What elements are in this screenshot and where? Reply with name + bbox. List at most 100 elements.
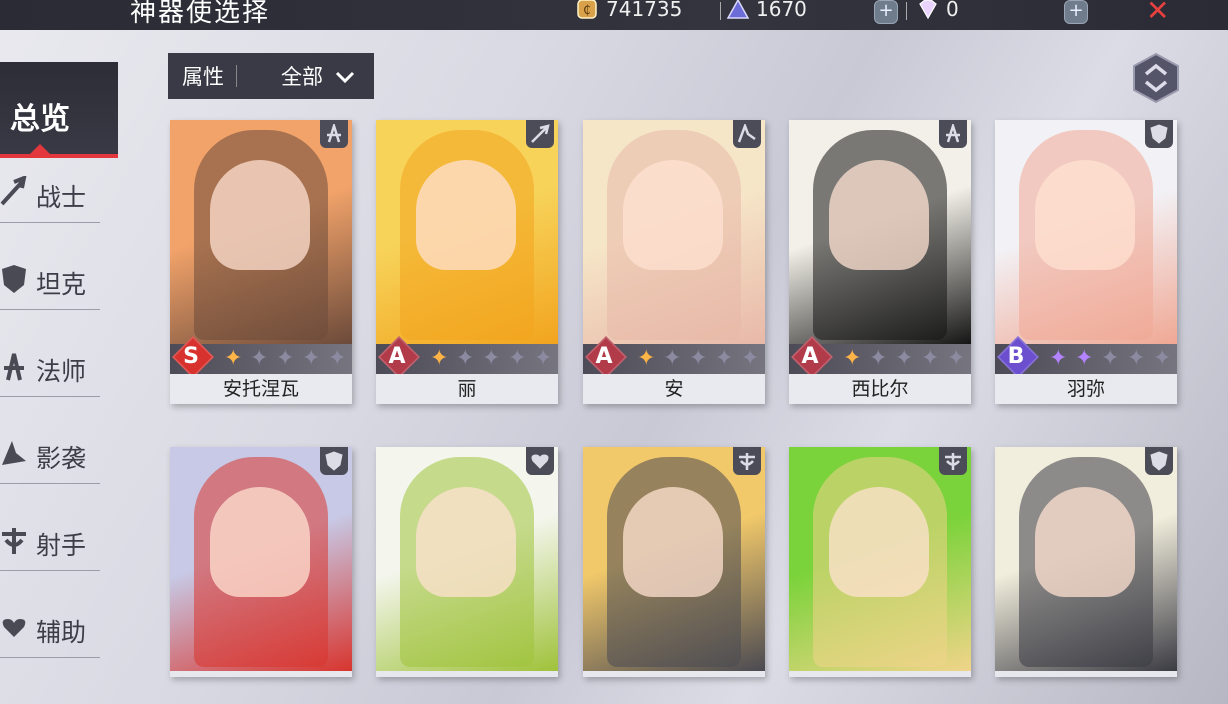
sidebar-item-overview[interactable]: 总览 [0,62,118,158]
character-portrait [376,447,558,671]
sword-icon [531,124,550,143]
star-empty-icon: ✦ [250,346,269,371]
character-silhouette [829,487,929,597]
shield-icon [1150,124,1168,144]
class-badge [733,120,761,148]
star-empty-icon: ✦ [508,346,527,371]
star-empty-icon: ✦ [456,346,475,371]
character-portrait [170,120,352,344]
character-portrait [995,447,1177,671]
crystal-value: 1670 [756,0,807,21]
character-silhouette [1035,160,1135,270]
bow-icon [739,453,755,470]
character-portrait [995,120,1177,344]
star-empty-icon: ✦ [1153,346,1172,371]
character-name: 丽 [376,374,558,404]
star-filled-icon: ✦ [843,346,862,371]
sidebar-item-warrior[interactable]: 战士 [0,162,100,223]
character-card[interactable] [376,447,558,677]
add-crystal-button[interactable]: + [874,0,898,24]
sidebar-item-mage[interactable]: 法师 [0,336,100,397]
sidebar-item-label: 战士 [36,183,87,212]
sidebar-item-archer[interactable]: 射手 [0,510,100,571]
character-portrait [170,447,352,671]
star-empty-icon: ✦ [1127,346,1146,371]
sidebar-item-support[interactable]: 辅助 [0,597,100,658]
shield-icon [1150,451,1168,471]
star-empty-icon: ✦ [663,346,682,371]
class-badge [320,120,348,148]
star-empty-icon: ✦ [921,346,940,371]
rank-letter: S [183,344,199,369]
character-card[interactable]: A ✦ ✦ ✦ ✦ ✦ 丽 [376,120,558,404]
gold-counter: ₵ 741735 [576,0,682,22]
crystal-pyramid-icon [726,0,750,20]
character-card[interactable]: A ✦ ✦ ✦ ✦ ✦ 西比尔 [789,120,971,404]
shield-icon [325,451,343,471]
star-empty-icon: ✦ [276,346,295,371]
class-badge [1145,120,1173,148]
character-silhouette [210,160,310,270]
character-silhouette [416,160,516,270]
class-badge [526,447,554,475]
sort-toggle-button[interactable] [1132,52,1180,104]
character-portrait [583,120,765,344]
star-empty-icon: ✦ [895,346,914,371]
chevron-down-icon [335,69,355,84]
bow-icon [945,453,961,470]
divider [906,2,907,20]
character-name: 西比尔 [789,374,971,404]
star-filled-icon: ✦ [1049,346,1068,371]
sidebar-item-tank[interactable]: 坦克 [0,249,100,310]
star-empty-icon: ✦ [328,346,347,371]
character-card[interactable]: B ✦ ✦ ✦ ✦ ✦ 羽弥 [995,120,1177,404]
attribute-filter-dropdown[interactable]: 属性 全部 [168,53,374,99]
star-empty-icon: ✦ [482,346,501,371]
class-badge [939,120,967,148]
class-badge [733,447,761,475]
bow-icon [0,524,28,556]
star-empty-icon: ✦ [689,346,708,371]
character-portrait [789,447,971,671]
sidebar-item-label: 法师 [36,357,87,386]
character-silhouette [416,487,516,597]
add-diamond-button[interactable]: + [1064,0,1088,24]
sidebar-item-label: 辅助 [36,618,87,647]
star-filled-icon: ✦ [224,346,243,371]
svg-text:₵: ₵ [583,3,591,17]
character-card[interactable] [789,447,971,677]
diamond-value: 0 [946,0,959,21]
character-portrait [376,120,558,344]
staff-icon [0,350,28,382]
sort-arrows-icon [1133,52,1179,104]
star-empty-icon: ✦ [534,346,553,371]
heart-hands-icon [531,454,549,469]
heart-hands-icon [0,611,28,643]
character-name: 羽弥 [995,374,1177,404]
character-card[interactable] [583,447,765,677]
divider [720,2,721,20]
character-card[interactable] [995,447,1177,677]
sidebar-item-label: 坦克 [36,270,87,299]
active-indicator-bar [0,154,118,158]
sidebar: 总览 战士 坦克 法师 影袭 射手 辅助 [0,30,118,704]
staff-icon [946,124,960,143]
dagger-icon [737,124,756,143]
sidebar-item-label: 总览 [10,102,70,137]
class-badge [939,447,967,475]
character-silhouette [829,160,929,270]
crystal-counter: 1670 [726,0,807,22]
character-card[interactable]: A ✦ ✦ ✦ ✦ ✦ 安 [583,120,765,404]
filter-value-label: 全部 [281,65,323,89]
character-card[interactable] [170,447,352,677]
character-card[interactable]: S ✦ ✦ ✦ ✦ ✦ 安托涅瓦 [170,120,352,404]
character-name: 安托涅瓦 [170,374,352,404]
sidebar-item-assassin[interactable]: 影袭 [0,423,100,484]
sidebar-item-label: 影袭 [36,444,87,473]
divider [236,65,237,87]
star-empty-icon: ✦ [947,346,966,371]
sidebar-item-label: 射手 [36,531,87,560]
star-empty-icon: ✦ [869,346,888,371]
close-button[interactable]: ✕ [1146,0,1169,27]
active-indicator-arrow [30,144,50,154]
